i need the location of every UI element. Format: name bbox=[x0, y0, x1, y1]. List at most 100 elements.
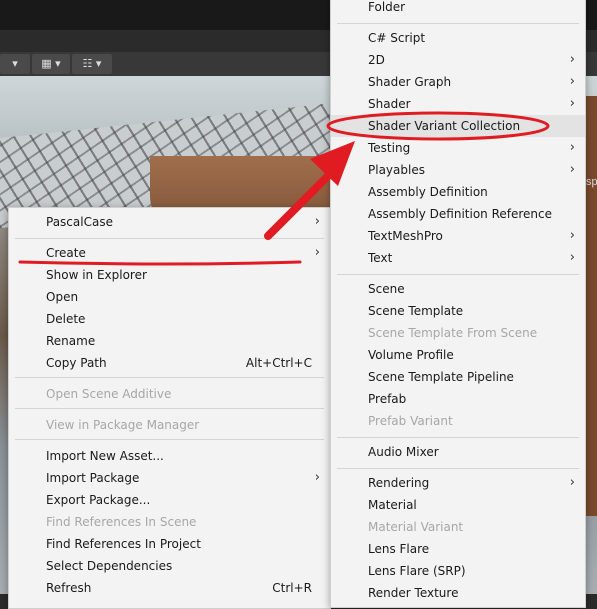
dropdown-arrow-icon[interactable]: ▾ bbox=[0, 54, 30, 74]
left-menu-item-select-dependencies[interactable]: Select Dependencies bbox=[9, 555, 330, 577]
right-menu-item-label: Prefab Variant bbox=[368, 414, 453, 428]
left-menu-item-refresh[interactable]: Refresh Ctrl+R bbox=[9, 577, 330, 599]
left-menu-item-create[interactable]: Create › bbox=[9, 242, 330, 264]
right-menu-item-textmeshpro[interactable]: TextMeshPro › bbox=[331, 225, 585, 247]
right-menu-item-shader-variant-collection[interactable]: Shader Variant Collection bbox=[331, 115, 585, 137]
left-menu-item-label: Copy Path bbox=[46, 356, 107, 370]
left-menu-item-label: Open bbox=[46, 290, 79, 304]
chevron-right-icon: › bbox=[569, 74, 575, 89]
menu-separator bbox=[337, 468, 579, 469]
right-menu-item-scene[interactable]: Scene bbox=[331, 278, 585, 300]
right-menu-item-volume-profile[interactable]: Volume Profile bbox=[331, 344, 585, 366]
right-menu-item-label: Audio Mixer bbox=[368, 445, 439, 459]
right-menu-item-lens-flare[interactable]: Lens Flare bbox=[331, 538, 585, 560]
right-menu-item-label: Text bbox=[368, 251, 393, 265]
chevron-right-icon: › bbox=[314, 214, 320, 229]
right-menu-item-label: Scene Template Pipeline bbox=[368, 370, 514, 384]
left-menu-item-rename[interactable]: Rename bbox=[9, 330, 330, 352]
left-menu-item-label: Import New Asset... bbox=[46, 449, 164, 463]
left-menu-item-open[interactable]: Open bbox=[9, 286, 330, 308]
right-menu-item-folder[interactable]: Folder bbox=[331, 0, 585, 18]
right-menu-item-2d[interactable]: 2D › bbox=[331, 49, 585, 71]
left-menu-item-find-references-in-project[interactable]: Find References In Project bbox=[9, 533, 330, 555]
left-menu-item-shortcut: Alt+Ctrl+C bbox=[245, 356, 312, 370]
chevron-right-icon: › bbox=[569, 250, 575, 265]
right-menu-item-label: Scene bbox=[368, 282, 405, 296]
right-menu-item-material-variant: Material Variant bbox=[331, 516, 585, 538]
left-menu-item-label: Find References In Scene bbox=[46, 515, 197, 529]
left-menu-item-label: Import Package bbox=[46, 471, 140, 485]
right-menu-item-label: Material bbox=[368, 498, 417, 512]
right-menu-item-label: C# Script bbox=[368, 31, 426, 45]
left-menu-item-open-scene-additive: Open Scene Additive bbox=[9, 383, 330, 405]
menu-separator bbox=[337, 274, 579, 275]
right-menu-item-label: Shader bbox=[368, 97, 411, 111]
left-menu-item-label: Refresh bbox=[46, 581, 92, 595]
menu-separator bbox=[15, 439, 324, 440]
right-menu-item-assembly-definition-reference[interactable]: Assembly Definition Reference bbox=[331, 203, 585, 225]
right-menu-item-label: TextMeshPro bbox=[368, 229, 443, 243]
menu-separator bbox=[15, 377, 324, 378]
right-menu-item-text[interactable]: Text › bbox=[331, 247, 585, 269]
left-menu-item-label: Open Scene Additive bbox=[46, 387, 172, 401]
ruler-icon[interactable]: ☷ ▾ bbox=[72, 54, 112, 74]
chevron-right-icon: › bbox=[314, 470, 320, 485]
create-submenu: Folder C# Script 2D › Shader Graph › Shader › Sh… bbox=[330, 0, 586, 608]
right-menu-item-label: Scene Template From Scene bbox=[368, 326, 538, 340]
left-menu-item-import-package[interactable]: Import Package › bbox=[9, 467, 330, 489]
right-menu-item-label: Shader Variant Collection bbox=[368, 119, 521, 133]
right-menu-item-lens-flare-srp[interactable]: Lens Flare (SRP) bbox=[331, 560, 585, 582]
left-menu-item-export-package[interactable]: Export Package... bbox=[9, 489, 330, 511]
right-menu-item-label: Render Texture bbox=[368, 586, 459, 600]
right-menu-item-testing[interactable]: Testing › bbox=[331, 137, 585, 159]
chevron-right-icon: › bbox=[569, 96, 575, 111]
right-menu-item-label: Rendering bbox=[368, 476, 430, 490]
project-context-menu: PascalCase › Create › Show in Explorer Open De… bbox=[8, 207, 331, 609]
chevron-right-icon: › bbox=[314, 245, 320, 260]
right-menu-item-render-texture[interactable]: Render Texture bbox=[331, 582, 585, 604]
left-menu-item-delete[interactable]: Delete bbox=[9, 308, 330, 330]
right-menu-item-label: Assembly Definition Reference bbox=[368, 207, 553, 221]
right-menu-item-prefab[interactable]: Prefab bbox=[331, 388, 585, 410]
left-menu-item-show-in-explorer[interactable]: Show in Explorer bbox=[9, 264, 330, 286]
right-menu-item-label: Prefab bbox=[368, 392, 407, 406]
left-menu-item-copy-path[interactable]: Copy Path Alt+Ctrl+C bbox=[9, 352, 330, 374]
right-menu-item-scene-template[interactable]: Scene Template bbox=[331, 300, 585, 322]
left-menu-item-import-new-asset[interactable]: Import New Asset... bbox=[9, 445, 330, 467]
chevron-right-icon: › bbox=[569, 52, 575, 67]
left-menu-item-label: PascalCase bbox=[46, 215, 113, 229]
right-menu-item-scene-template-pipeline[interactable]: Scene Template Pipeline bbox=[331, 366, 585, 388]
left-menu-item-find-references-in-scene: Find References In Scene bbox=[9, 511, 330, 533]
right-menu-item-label: Lens Flare (SRP) bbox=[368, 564, 466, 578]
left-menu-item-label: View in Package Manager bbox=[46, 418, 200, 432]
grid-snap-icon[interactable]: ▦ ▾ bbox=[32, 54, 70, 74]
right-menu-item-label: Testing bbox=[368, 141, 411, 155]
right-menu-item-label: Scene Template bbox=[368, 304, 464, 318]
right-menu-item-playables[interactable]: Playables › bbox=[331, 159, 585, 181]
right-menu-item-label: 2D bbox=[368, 53, 385, 67]
right-menu-item-label: Folder bbox=[368, 0, 406, 14]
right-menu-item-scene-template-from-scene: Scene Template From Scene bbox=[331, 322, 585, 344]
right-menu-item-rendering[interactable]: Rendering › bbox=[331, 472, 585, 494]
right-menu-item-label: Material Variant bbox=[368, 520, 464, 534]
left-menu-item-label: Create bbox=[46, 246, 86, 260]
left-menu-item-label: Find References In Project bbox=[46, 537, 201, 551]
menu-separator bbox=[15, 408, 324, 409]
chevron-right-icon: › bbox=[569, 162, 575, 177]
right-menu-item-material[interactable]: Material bbox=[331, 494, 585, 516]
menu-separator bbox=[15, 238, 324, 239]
right-menu-item-label: Assembly Definition bbox=[368, 185, 488, 199]
right-menu-item-audio-mixer[interactable]: Audio Mixer bbox=[331, 441, 585, 463]
right-menu-item-c-script[interactable]: C# Script bbox=[331, 27, 585, 49]
left-menu-item-view-in-package-manager: View in Package Manager bbox=[9, 414, 330, 436]
right-menu-item-assembly-definition[interactable]: Assembly Definition bbox=[331, 181, 585, 203]
right-menu-item-label: Volume Profile bbox=[368, 348, 454, 362]
menu-separator bbox=[337, 437, 579, 438]
right-menu-item-shader[interactable]: Shader › bbox=[331, 93, 585, 115]
left-menu-item-label: Delete bbox=[46, 312, 86, 326]
chevron-right-icon: › bbox=[569, 475, 575, 490]
scene-overlay-text: sp bbox=[586, 176, 597, 188]
right-menu-item-shader-graph[interactable]: Shader Graph › bbox=[331, 71, 585, 93]
left-menu-item-pascalcase[interactable]: PascalCase › bbox=[9, 211, 330, 233]
chevron-right-icon: › bbox=[569, 140, 575, 155]
